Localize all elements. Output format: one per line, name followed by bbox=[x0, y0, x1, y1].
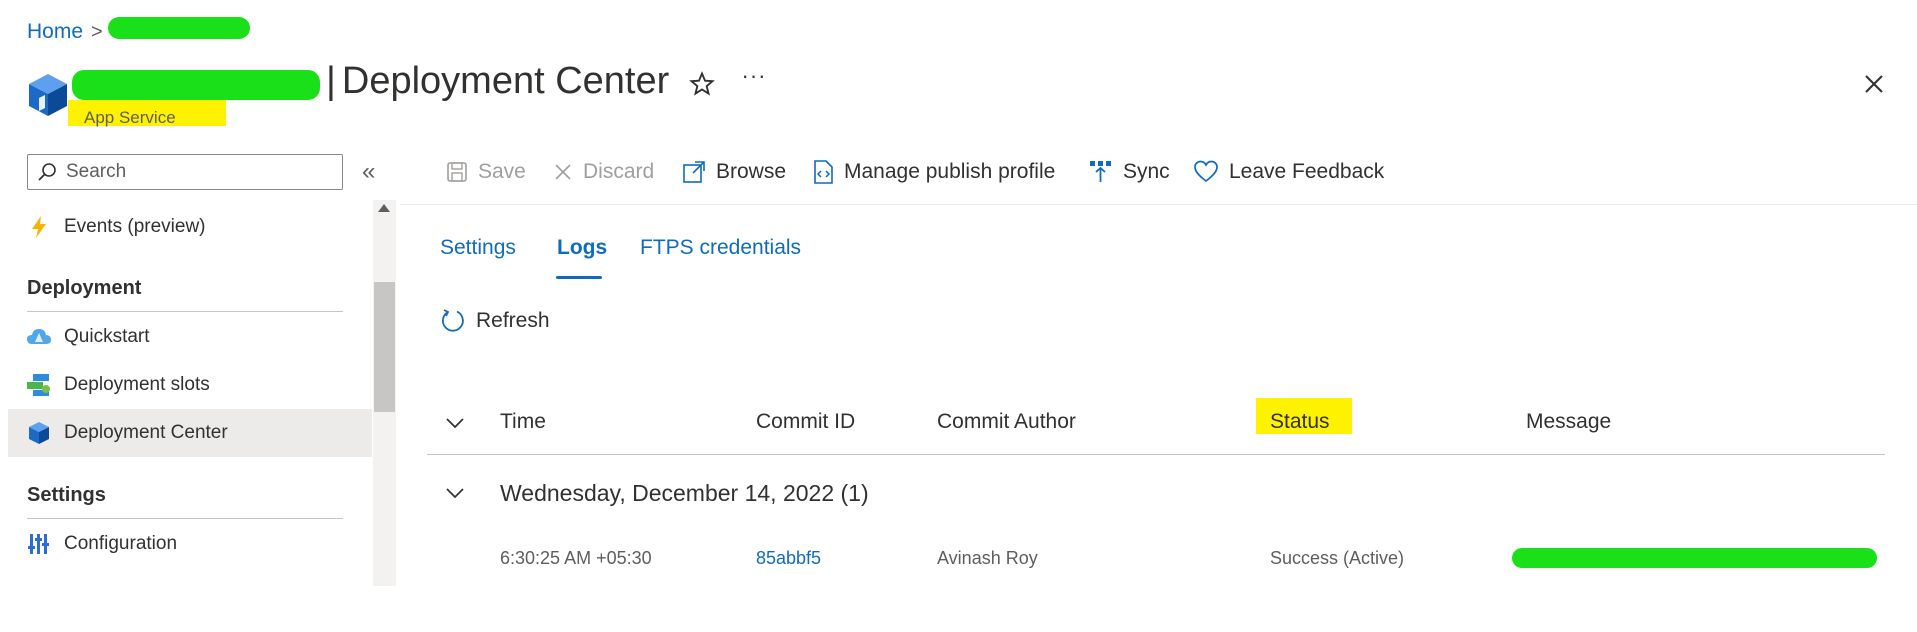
redacted-commit-message bbox=[1512, 548, 1877, 568]
leave-feedback-label: Leave Feedback bbox=[1229, 160, 1385, 183]
publish-profile-icon bbox=[814, 160, 833, 184]
browse-button[interactable]: Browse bbox=[682, 160, 786, 184]
resource-type-subtitle: App Service bbox=[68, 100, 226, 127]
column-header-status[interactable]: Status bbox=[1270, 410, 1330, 434]
column-header-commit-id[interactable]: Commit ID bbox=[756, 410, 855, 434]
sidebar-scroll-thumb[interactable] bbox=[374, 282, 395, 412]
page-title-text: Deployment Center bbox=[341, 60, 670, 102]
section-divider bbox=[27, 311, 343, 312]
sidebar-item-label: Quickstart bbox=[64, 326, 150, 347]
heart-icon bbox=[1194, 160, 1218, 183]
refresh-icon bbox=[442, 309, 464, 332]
sidebar-item-configuration[interactable]: Configuration bbox=[8, 520, 372, 568]
save-icon bbox=[447, 162, 467, 182]
column-header-time[interactable]: Time bbox=[500, 410, 546, 434]
slots-icon bbox=[26, 373, 52, 397]
browse-icon bbox=[683, 161, 705, 183]
sidebar-item-label: Events (preview) bbox=[64, 216, 206, 237]
collapse-sidebar-button[interactable]: « bbox=[362, 158, 375, 186]
save-label: Save bbox=[478, 160, 526, 183]
lightning-icon bbox=[26, 215, 52, 239]
row-commit-id-link[interactable]: 85abbf5 bbox=[756, 548, 821, 569]
breadcrumb-separator: > bbox=[91, 20, 103, 43]
section-divider bbox=[27, 518, 343, 519]
sidebar-item-label: Deployment slots bbox=[64, 374, 210, 395]
redacted-resource-name-breadcrumb[interactable] bbox=[108, 17, 250, 39]
app-service-icon bbox=[27, 72, 69, 118]
row-status: Success (Active) bbox=[1270, 548, 1405, 568]
manage-publish-profile-button[interactable]: Manage publish profile bbox=[812, 160, 1055, 184]
row-commit-author: Avinash Roy bbox=[937, 548, 1038, 568]
discard-icon bbox=[555, 164, 571, 180]
group-collapse-chevron-icon[interactable] bbox=[444, 482, 466, 504]
scroll-up-arrow-icon[interactable] bbox=[378, 204, 390, 212]
sync-label: Sync bbox=[1123, 160, 1170, 183]
cube-icon bbox=[26, 421, 52, 445]
sync-button[interactable]: Sync bbox=[1089, 160, 1170, 184]
discard-button[interactable]: Discard bbox=[553, 160, 654, 184]
log-group-title: Wednesday, December 14, 2022 (1) bbox=[500, 480, 869, 506]
collapse-all-chevron-icon[interactable] bbox=[444, 412, 466, 434]
sidebar-item-quickstart[interactable]: Quickstart bbox=[8, 313, 372, 361]
tab-settings[interactable]: Settings bbox=[440, 236, 516, 260]
active-tab-indicator bbox=[556, 276, 602, 279]
save-button[interactable]: Save bbox=[446, 160, 526, 184]
sliders-icon bbox=[26, 532, 52, 556]
close-icon bbox=[1865, 75, 1883, 93]
search-icon bbox=[38, 163, 56, 181]
sidebar-item-events-preview[interactable]: Events (preview) bbox=[8, 203, 372, 251]
redacted-resource-name-title bbox=[72, 70, 320, 100]
sidebar-section-settings: Settings bbox=[27, 484, 106, 506]
sync-icon bbox=[1090, 161, 1111, 182]
leave-feedback-button[interactable]: Leave Feedback bbox=[1193, 160, 1384, 184]
toolbar-divider bbox=[400, 204, 1917, 205]
manage-publish-profile-label: Manage publish profile bbox=[844, 160, 1056, 183]
star-icon bbox=[689, 71, 715, 96]
sidebar-item-label: Configuration bbox=[64, 533, 178, 554]
row-time: 6:30:25 AM +05:30 bbox=[500, 548, 652, 568]
sidebar-item-deployment-center[interactable]: Deployment Center bbox=[8, 409, 372, 457]
close-button[interactable] bbox=[1858, 68, 1890, 100]
favorite-star-button[interactable] bbox=[688, 70, 716, 98]
cloud-icon bbox=[26, 325, 52, 349]
column-header-message[interactable]: Message bbox=[1526, 410, 1611, 434]
title-separator: | bbox=[326, 60, 336, 102]
page-title: | Deployment Center bbox=[326, 60, 669, 103]
breadcrumb-home-link[interactable]: Home bbox=[27, 20, 83, 44]
sidebar-item-label: Deployment Center bbox=[64, 422, 228, 443]
sidebar-search-box[interactable] bbox=[27, 154, 343, 190]
tab-ftps-credentials[interactable]: FTPS credentials bbox=[640, 236, 801, 260]
more-options-button[interactable]: ··· bbox=[738, 65, 770, 94]
browse-label: Browse bbox=[716, 160, 787, 183]
breadcrumb: Home > bbox=[27, 20, 103, 44]
refresh-label: Refresh bbox=[476, 309, 550, 332]
table-header-divider bbox=[427, 454, 1885, 455]
discard-label: Discard bbox=[583, 160, 655, 183]
sidebar-item-deployment-slots[interactable]: Deployment slots bbox=[8, 361, 372, 409]
column-header-commit-author[interactable]: Commit Author bbox=[937, 410, 1076, 434]
sidebar-section-deployment: Deployment bbox=[27, 277, 142, 299]
tab-logs[interactable]: Logs bbox=[557, 236, 607, 260]
refresh-button[interactable]: Refresh bbox=[440, 308, 550, 334]
sidebar-search-input[interactable] bbox=[64, 160, 328, 184]
